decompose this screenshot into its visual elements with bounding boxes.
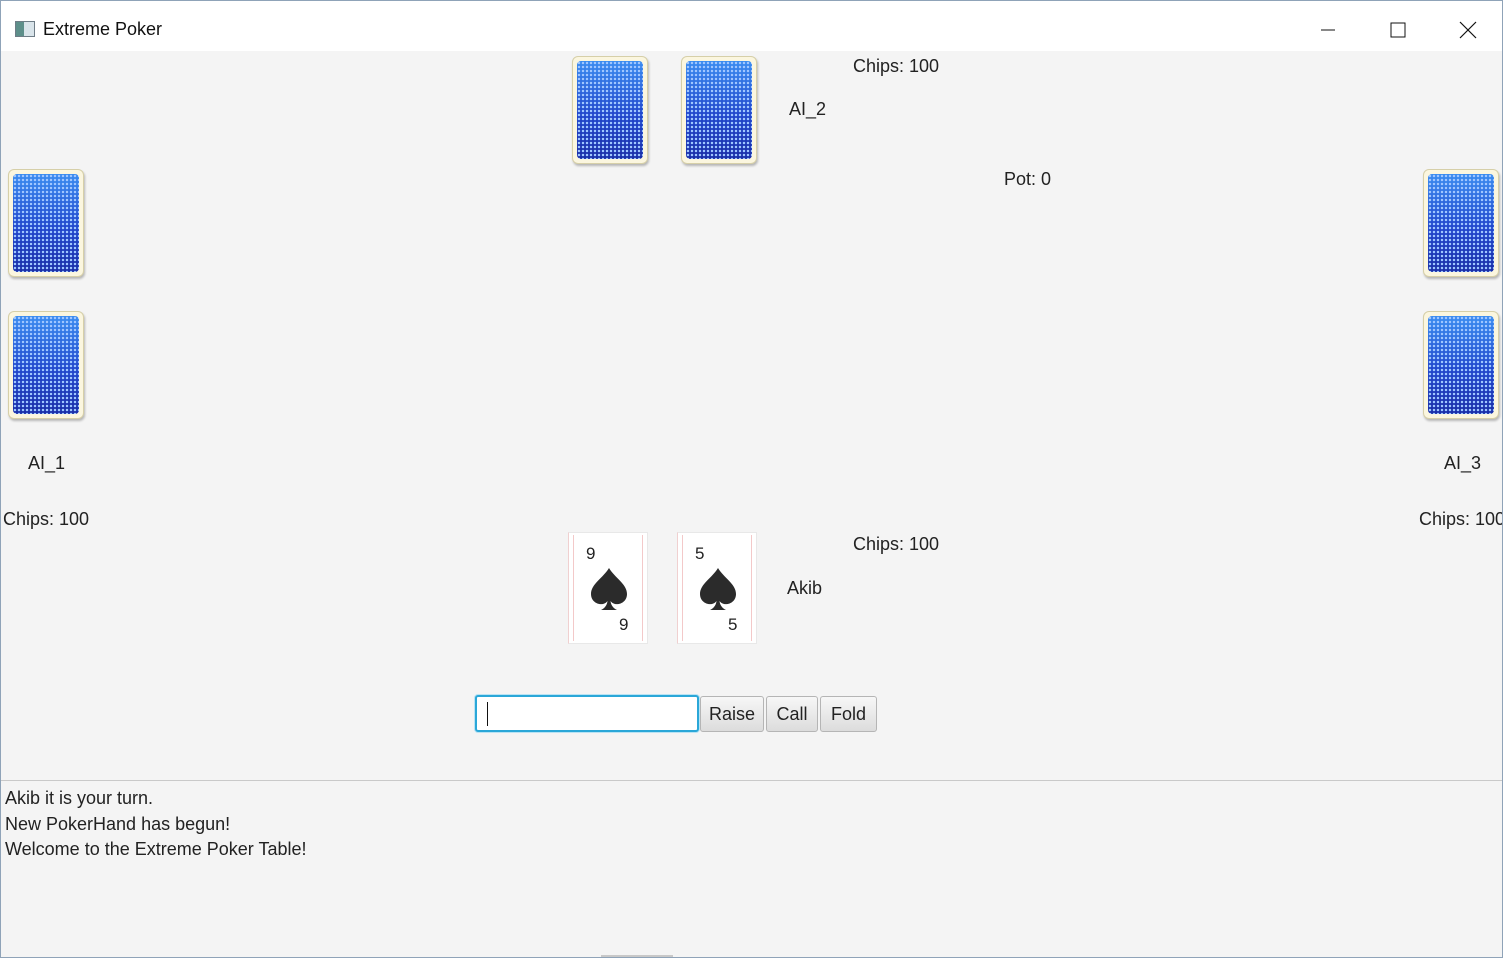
fold-button[interactable]: Fold	[820, 696, 877, 732]
ai-3-name: AI_3	[1444, 453, 1482, 473]
ai-1-name: AI_1	[28, 453, 66, 473]
maximize-button[interactable]	[1375, 9, 1421, 51]
call-button[interactable]: Call	[766, 696, 818, 732]
ai-3-chips: Chips: 100	[1419, 509, 1503, 529]
ai-2-card-back-1	[572, 56, 648, 164]
player-card-2: 5 5	[677, 532, 757, 644]
log-line: New PokerHand has begun!	[5, 813, 231, 834]
ai-2-card-back-2	[681, 56, 757, 164]
card-back-pattern	[577, 61, 643, 159]
ai-3-card-back-1	[1423, 169, 1499, 277]
raise-button[interactable]: Raise	[700, 696, 764, 732]
poker-window: Extreme Poker Chips: 100 AI_2 Pot: 0 AI_…	[0, 0, 1503, 958]
player-name: Akib	[787, 578, 823, 598]
player-chips: Chips: 100	[853, 534, 940, 554]
card-back-pattern	[13, 316, 79, 414]
text-caret	[487, 702, 488, 726]
bet-amount-input[interactable]	[475, 695, 699, 732]
title-bar[interactable]: Extreme Poker	[1, 1, 1502, 51]
spade-icon	[591, 568, 627, 610]
minimize-button[interactable]	[1305, 9, 1351, 51]
ai-3-card-back-2	[1423, 311, 1499, 419]
card-back-pattern	[1428, 174, 1494, 272]
card-rank-bottom: 5	[728, 615, 738, 634]
card-back-pattern	[13, 174, 79, 272]
close-icon	[1459, 21, 1477, 39]
pot-amount: Pot: 0	[1004, 169, 1052, 189]
window-title: Extreme Poker	[43, 19, 163, 39]
maximize-icon	[1390, 22, 1406, 38]
card-rank-top: 9	[586, 544, 596, 563]
player-card-1: 9 9	[568, 532, 648, 644]
app-icon	[15, 21, 35, 37]
close-button[interactable]	[1445, 9, 1491, 51]
card-rank-top: 5	[695, 544, 705, 563]
log-line: Akib it is your turn.	[5, 788, 154, 808]
message-log[interactable]: Akib it is your turn. New PokerHand has …	[1, 780, 1502, 957]
ai-1-card-back-1	[8, 169, 84, 277]
ai-1-chips: Chips: 100	[3, 509, 90, 529]
card-back-pattern	[1428, 316, 1494, 414]
spade-icon	[700, 568, 736, 610]
minimize-icon	[1321, 29, 1335, 31]
card-back-pattern	[686, 61, 752, 159]
log-line: Welcome to the Extreme Poker Table!	[5, 839, 307, 859]
ai-1-card-back-2	[8, 311, 84, 419]
ai-2-chips: Chips: 100	[853, 56, 940, 76]
card-rank-bottom: 9	[619, 615, 629, 634]
ai-2-name: AI_2	[789, 99, 827, 119]
